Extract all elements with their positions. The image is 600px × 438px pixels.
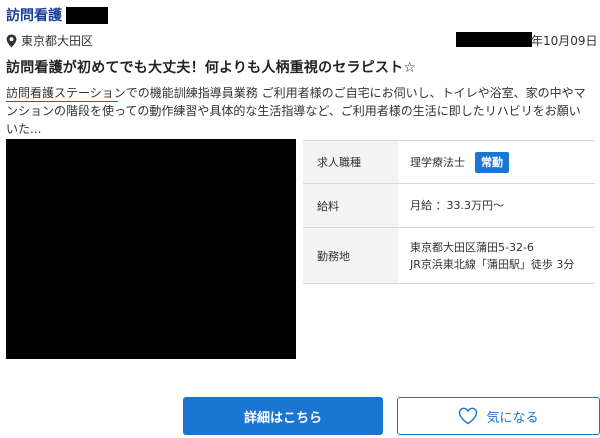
map-pin-icon — [6, 34, 17, 47]
workplace-value-cell: 東京都大田区蒲田5-32-6 JR京浜東北線「蒲田駅」徒歩 3分 — [398, 227, 595, 284]
job-value: 理学療法士 — [410, 155, 465, 169]
job-value-cell: 理学療法士 常勤 — [398, 140, 595, 184]
salary-value: 月給 ：33.3万円～ — [398, 183, 595, 228]
redacted-title-block — [66, 7, 108, 24]
detail-button[interactable]: 詳細はこちら — [183, 397, 383, 435]
location-text: 東京都大田区 — [21, 34, 94, 48]
listing-description: 訪問看護ステーションでの機能訓練指導員業務 ご利用者様のご自宅にお伺いし、トイレ… — [6, 84, 590, 138]
description-highlight: 訪問看護ステーション — [6, 86, 126, 100]
listing-headline[interactable]: 訪問看護が初めてでも大丈夫！何よりも人柄重視のセラピスト☆ — [6, 57, 416, 77]
listing-title-link[interactable]: 訪問看護 — [6, 7, 62, 25]
redacted-date-block — [456, 32, 532, 47]
info-row-workplace: 勤務地 東京都大田区蒲田5-32-6 JR京浜東北線「蒲田駅」徒歩 3分 — [303, 227, 595, 284]
workplace-address: 東京都大田区蒲田5-32-6 — [410, 240, 534, 254]
highlight-underline — [6, 101, 118, 102]
info-row-salary: 給料 月給 ：33.3万円～ — [303, 183, 595, 228]
workplace-access: JR京浜東北線「蒲田駅」徒歩 3分 — [410, 257, 575, 271]
info-row-job: 求人職種 理学療法士 常勤 — [303, 140, 595, 184]
posted-date: 年10月09日 — [531, 34, 598, 48]
heart-outline-icon — [459, 407, 478, 425]
salary-label: 給料 — [303, 183, 398, 228]
detail-button-label: 詳細はこちら — [243, 409, 322, 425]
job-info-table: 求人職種 理学療法士 常勤 給料 月給 ：33.3万円～ 勤務地 東京都大田区蒲田… — [303, 140, 595, 284]
favorite-button-label: 気になる — [486, 410, 539, 426]
employment-badge: 常勤 — [475, 151, 509, 173]
job-label: 求人職種 — [303, 140, 398, 184]
workplace-label: 勤務地 — [303, 227, 398, 284]
listing-photo — [6, 139, 296, 359]
favorite-button[interactable]: 気になる — [397, 397, 600, 435]
location-row: 東京都大田区 — [6, 32, 93, 49]
